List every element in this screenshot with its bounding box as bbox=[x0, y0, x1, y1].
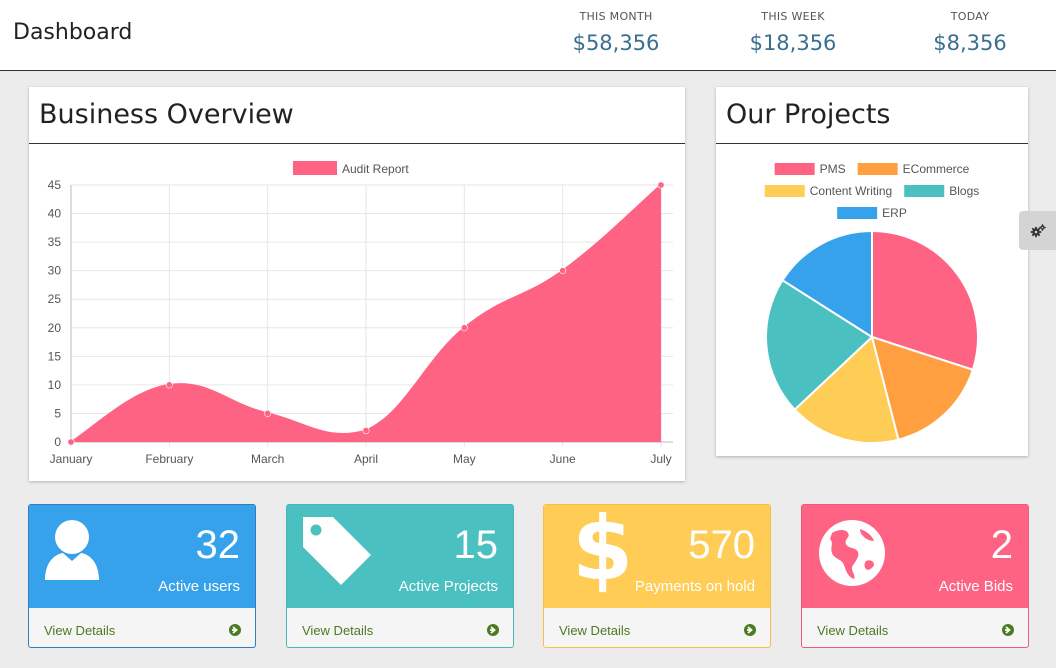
tag-icon bbox=[301, 515, 373, 592]
card-caption: Active users bbox=[158, 578, 240, 595]
arrow-circle-right-icon bbox=[229, 624, 241, 636]
legend-swatch bbox=[774, 163, 815, 175]
y-tick-label: 35 bbox=[48, 235, 62, 249]
stat-value: $18,356 bbox=[749, 31, 837, 55]
data-point[interactable] bbox=[460, 324, 468, 332]
active-projects-card: 15 Active Projects View Details bbox=[286, 504, 514, 648]
view-details-label: View Details bbox=[559, 623, 631, 638]
stat-today: TODAY $8,356 bbox=[900, 10, 1040, 55]
view-details-link[interactable]: View Details bbox=[29, 608, 255, 647]
view-details-label: View Details bbox=[817, 623, 889, 638]
stat-this-week: THIS WEEK $18,356 bbox=[723, 10, 863, 55]
view-details-link[interactable]: View Details bbox=[802, 608, 1028, 647]
panel-title: Business Overview bbox=[29, 87, 685, 144]
x-tick-label: June bbox=[550, 452, 576, 466]
card-number: 570 bbox=[688, 523, 755, 567]
view-details-label: View Details bbox=[44, 623, 116, 638]
y-tick-label: 30 bbox=[48, 264, 62, 278]
y-tick-label: 15 bbox=[48, 349, 62, 363]
legend-label: Audit Report bbox=[342, 162, 409, 176]
gears-icon bbox=[1030, 223, 1046, 237]
our-projects-panel: Our Projects PMS ECommerce Content Writing… bbox=[716, 87, 1028, 456]
y-tick-label: 40 bbox=[48, 207, 62, 221]
legend-swatch bbox=[857, 163, 898, 175]
data-point[interactable] bbox=[165, 381, 173, 389]
legend-swatch bbox=[293, 161, 337, 175]
x-tick-label: May bbox=[453, 452, 476, 466]
arrow-circle-right-icon bbox=[744, 624, 756, 636]
dollar-icon: $ bbox=[572, 504, 634, 600]
legend-swatch bbox=[837, 207, 878, 219]
legend-label: ECommerce bbox=[903, 162, 970, 176]
page-title: Dashboard bbox=[13, 20, 133, 45]
card-header: 15 Active Projects bbox=[287, 505, 513, 608]
x-tick-label: January bbox=[50, 452, 93, 466]
legend-swatch bbox=[904, 185, 945, 197]
card-header: $ 570 Payments on hold bbox=[544, 505, 770, 608]
user-icon bbox=[43, 517, 103, 587]
y-tick-label: 5 bbox=[54, 406, 61, 420]
legend-item[interactable]: PMS bbox=[774, 162, 846, 176]
settings-toggle-button[interactable] bbox=[1019, 211, 1056, 250]
stat-label: THIS WEEK bbox=[761, 10, 825, 23]
data-point[interactable] bbox=[559, 267, 567, 275]
card-header: 2 Active Bids bbox=[802, 505, 1028, 608]
legend-item[interactable]: ERP bbox=[837, 206, 907, 220]
legend-label: Blogs bbox=[949, 184, 979, 198]
x-tick-label: March bbox=[251, 452, 284, 466]
chart-legend: Audit Report bbox=[293, 161, 409, 176]
globe-icon bbox=[818, 519, 886, 592]
y-tick-label: 25 bbox=[48, 292, 62, 306]
card-header: 32 Active users bbox=[29, 505, 255, 608]
legend-item[interactable]: Blogs bbox=[904, 184, 979, 198]
legend-item[interactable]: Content Writing bbox=[764, 184, 892, 198]
y-tick-label: 20 bbox=[48, 321, 62, 335]
area-chart[interactable]: 0 5 10 15 20 25 30 35 40 45 January February March Ap… bbox=[29, 144, 685, 481]
card-number: 15 bbox=[453, 523, 499, 567]
x-tick-label: April bbox=[354, 452, 378, 466]
legend-swatch bbox=[764, 185, 805, 197]
card-caption: Active Projects bbox=[398, 578, 498, 595]
view-details-link[interactable]: View Details bbox=[287, 608, 513, 647]
card-caption: Active Bids bbox=[938, 578, 1013, 595]
business-overview-panel: Business Overview 0 5 10 15 20 25 30 35 40 45 Janu… bbox=[29, 87, 685, 481]
pie-chart[interactable]: PMS ECommerce Content Writing Blogs ERP bbox=[716, 144, 1028, 456]
arrow-circle-right-icon bbox=[487, 624, 499, 636]
stat-value: $58,356 bbox=[572, 31, 660, 55]
legend-label: ERP bbox=[882, 206, 907, 220]
legend-label: Content Writing bbox=[810, 184, 892, 198]
legend-item[interactable]: ECommerce bbox=[857, 162, 970, 176]
legend-label: PMS bbox=[820, 162, 846, 176]
data-point[interactable] bbox=[67, 438, 75, 446]
payments-on-hold-card: $ 570 Payments on hold View Details bbox=[543, 504, 771, 648]
data-point[interactable] bbox=[264, 409, 272, 417]
top-header: Dashboard THIS MONTH $58,356 THIS WEEK $… bbox=[0, 0, 1056, 71]
active-users-card: 32 Active users View Details bbox=[28, 504, 256, 648]
x-tick-label: July bbox=[650, 452, 671, 466]
view-details-label: View Details bbox=[302, 623, 374, 638]
card-caption: Payments on hold bbox=[634, 578, 755, 595]
stat-label: TODAY bbox=[950, 10, 990, 23]
data-point[interactable] bbox=[657, 181, 665, 189]
y-tick-label: 0 bbox=[54, 435, 61, 449]
panel-title: Our Projects bbox=[716, 87, 1028, 144]
stat-value: $8,356 bbox=[933, 31, 1007, 55]
x-tick-label: February bbox=[145, 452, 193, 466]
data-point[interactable] bbox=[362, 427, 370, 435]
stat-label: THIS MONTH bbox=[579, 10, 653, 23]
card-number: 2 bbox=[990, 523, 1013, 567]
active-bids-card: 2 Active Bids View Details bbox=[801, 504, 1029, 648]
view-details-link[interactable]: View Details bbox=[544, 608, 770, 647]
arrow-circle-right-icon bbox=[1002, 624, 1014, 636]
y-tick-label: 45 bbox=[48, 178, 62, 192]
y-tick-label: 10 bbox=[48, 378, 62, 392]
card-number: 32 bbox=[195, 523, 241, 567]
stat-this-month: THIS MONTH $58,356 bbox=[546, 10, 686, 55]
